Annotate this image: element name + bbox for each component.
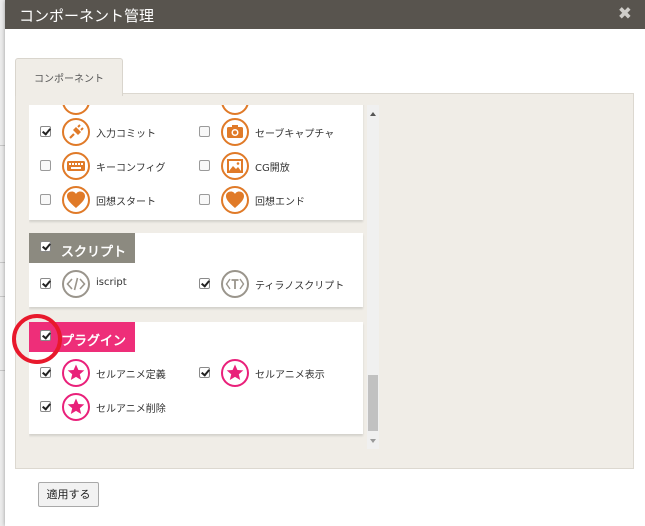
item-label: 回想スタート (96, 197, 156, 208)
group-checkbox[interactable] (40, 241, 51, 252)
item-checkbox[interactable] (199, 367, 210, 378)
item-checkbox[interactable] (199, 160, 210, 171)
tab-label: コンポーネント (34, 74, 104, 85)
component-group: 入力コミット セーブキャプチャ キーコンフィグ CG開放 回想スタート 回想エン… (29, 105, 363, 220)
item-checkbox[interactable] (199, 194, 210, 205)
partial-icon (221, 105, 249, 115)
component-item[interactable]: 回想スタート (40, 185, 200, 215)
item-checkbox[interactable] (40, 194, 51, 205)
group-header-plugin[interactable]: プラグイン (29, 322, 135, 352)
image-icon (221, 152, 249, 180)
partial-row (40, 105, 249, 115)
component-group-script: スクリプト iscript ティラノスクリプト (29, 233, 363, 307)
item-label: 入力コミット (96, 129, 156, 140)
star-icon (62, 359, 90, 387)
item-checkbox[interactable] (40, 160, 51, 171)
tag-t-icon (221, 270, 249, 298)
star-icon (221, 359, 249, 387)
component-item[interactable]: iscript (40, 269, 200, 299)
partial-icon (62, 105, 90, 115)
item-checkbox[interactable] (40, 401, 51, 412)
item-checkbox[interactable] (40, 278, 51, 289)
item-label: iscript (96, 277, 127, 288)
item-label: セルアニメ定義 (96, 370, 166, 381)
component-item[interactable]: CG開放 (199, 151, 359, 181)
unplug-icon (62, 118, 90, 146)
item-label: キーコンフィグ (96, 163, 166, 174)
component-item[interactable]: 回想エンド (199, 185, 359, 215)
item-label: CG開放 (255, 163, 290, 174)
component-item[interactable]: ティラノスクリプト (199, 269, 359, 299)
component-item[interactable]: 入力コミット (40, 117, 200, 147)
item-checkbox[interactable] (40, 126, 51, 137)
component-panel: 入力コミット セーブキャプチャ キーコンフィグ CG開放 回想スタート 回想エン… (15, 93, 634, 469)
apply-button[interactable]: 適用する (38, 482, 99, 507)
item-label: セルアニメ表示 (255, 370, 325, 381)
item-checkbox[interactable] (199, 126, 210, 137)
star-icon (62, 393, 90, 421)
component-item[interactable]: セーブキャプチャ (199, 117, 359, 147)
group-header-label: スクリプト (61, 245, 127, 260)
component-group-plugin: プラグイン セルアニメ定義 セルアニメ表示 セルアニメ削除 (29, 322, 363, 434)
item-label: セルアニメ削除 (96, 404, 166, 415)
component-item[interactable]: セルアニメ定義 (40, 358, 200, 388)
group-header-script[interactable]: スクリプト (29, 233, 135, 263)
scroll-down-arrow-icon[interactable] (370, 439, 376, 443)
tab-components[interactable]: コンポーネント (15, 58, 123, 96)
close-icon[interactable]: ✖ (618, 4, 632, 24)
heart-icon (221, 186, 249, 214)
component-item[interactable]: セルアニメ削除 (40, 392, 200, 422)
item-label: 回想エンド (255, 197, 305, 208)
item-label: セーブキャプチャ (255, 129, 335, 140)
item-checkbox[interactable] (199, 278, 210, 289)
component-item[interactable]: キーコンフィグ (40, 151, 200, 181)
heart-icon (62, 186, 90, 214)
component-item[interactable]: セルアニメ表示 (199, 358, 359, 388)
code-icon (62, 270, 90, 298)
scroll-up-arrow-icon[interactable] (370, 112, 376, 116)
item-label: ティラノスクリプト (255, 281, 345, 292)
group-header-label: プラグイン (61, 334, 127, 349)
component-list[interactable]: 入力コミット セーブキャプチャ キーコンフィグ CG開放 回想スタート 回想エン… (29, 105, 378, 449)
camera-icon (221, 118, 249, 146)
item-checkbox[interactable] (40, 367, 51, 378)
vertical-scrollbar[interactable] (367, 105, 379, 449)
keyboard-icon (62, 152, 90, 180)
component-manager-dialog: コンポーネント管理 ✖ コンポーネント 入力コミット セーブキャプチャ キーコン… (5, 0, 645, 526)
scrollbar-thumb[interactable] (368, 375, 378, 431)
group-checkbox[interactable] (40, 330, 51, 341)
dialog-titlebar: コンポーネント管理 ✖ (5, 0, 645, 29)
dialog-title: コンポーネント管理 (19, 7, 155, 25)
